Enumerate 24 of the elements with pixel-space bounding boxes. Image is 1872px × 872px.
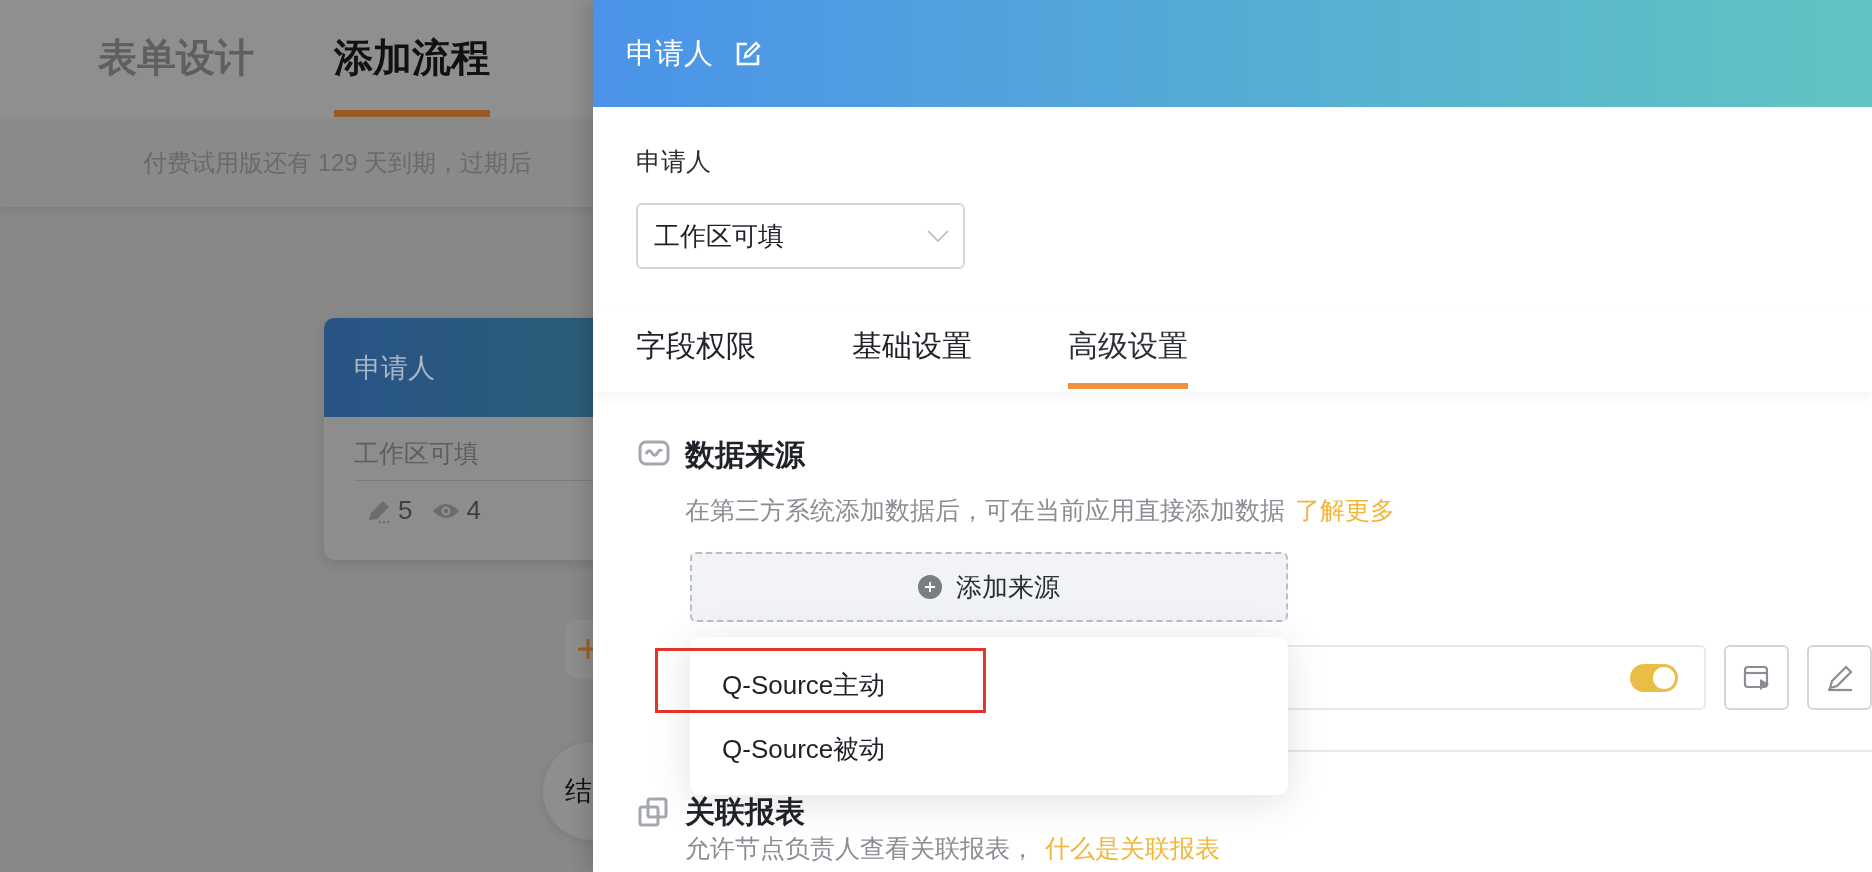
section-title: 关联报表: [685, 793, 805, 830]
field-label: 申请人: [636, 147, 712, 175]
add-source-button[interactable]: 添加来源: [690, 552, 1288, 622]
view-count: 4: [466, 495, 481, 526]
edit-count: 5: [398, 495, 413, 526]
copy-icon: [638, 797, 670, 827]
edit-button[interactable]: [1807, 645, 1872, 710]
section-description: 允许节点负责人查看关联报表，: [685, 834, 1035, 862]
plus-circle-icon: [918, 575, 942, 599]
button-label: 添加来源: [956, 570, 1060, 604]
toggle-switch[interactable]: [1630, 663, 1678, 692]
node-title: 申请人: [354, 351, 435, 385]
chevron-down-icon: [927, 230, 949, 242]
menu-item[interactable]: Q-Source被动: [690, 717, 1288, 781]
preview-button[interactable]: [1724, 645, 1789, 710]
role-select[interactable]: 工作区可填: [636, 203, 965, 269]
window-play-icon: [1742, 663, 1771, 692]
select-value: 工作区可填: [654, 219, 784, 253]
drawer-title: 申请人: [626, 35, 713, 71]
edit-icon: [735, 40, 761, 67]
pencil-icon: [1825, 663, 1854, 692]
tab[interactable]: 基础设置: [852, 309, 972, 392]
menu-item[interactable]: Q-Source主动: [690, 653, 1288, 717]
tab[interactable]: 高级设置: [1068, 309, 1188, 389]
